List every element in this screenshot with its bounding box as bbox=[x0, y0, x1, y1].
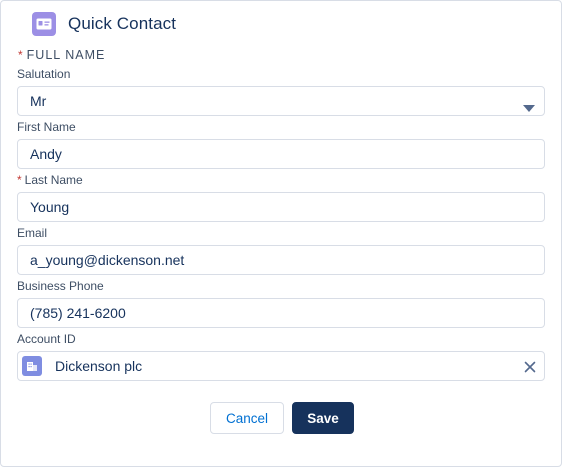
email-value: a_young@dickenson.net bbox=[30, 252, 185, 268]
required-marker: * bbox=[17, 173, 22, 187]
last-name-label-text: Last Name bbox=[24, 173, 83, 187]
first-name-label: First Name bbox=[17, 120, 76, 134]
contact-card-icon bbox=[32, 12, 56, 36]
account-id-label: Account ID bbox=[17, 332, 76, 346]
account-lookup-field[interactable]: Dickenson plc bbox=[17, 351, 545, 381]
close-icon[interactable] bbox=[524, 360, 536, 378]
account-building-icon bbox=[22, 356, 42, 376]
quick-contact-panel: Quick Contact * FULL NAME Salutation Mr … bbox=[0, 0, 562, 467]
last-name-value: Young bbox=[30, 199, 70, 215]
page-title: Quick Contact bbox=[68, 14, 177, 33]
chevron-down-icon[interactable] bbox=[523, 99, 535, 117]
save-button[interactable]: Save bbox=[292, 402, 354, 434]
salutation-label: Salutation bbox=[17, 67, 71, 81]
last-name-field[interactable]: Young bbox=[17, 192, 545, 222]
business-phone-field[interactable]: (785) 241-6200 bbox=[17, 298, 545, 328]
business-phone-label: Business Phone bbox=[17, 279, 104, 293]
email-field[interactable]: a_young@dickenson.net bbox=[17, 245, 545, 275]
section-heading-full-name: * FULL NAME bbox=[18, 48, 105, 62]
salutation-select[interactable]: Mr bbox=[17, 86, 545, 116]
email-label: Email bbox=[17, 226, 48, 240]
panel-header: Quick Contact bbox=[32, 12, 176, 36]
required-marker: * bbox=[18, 48, 24, 62]
last-name-label: * Last Name bbox=[17, 173, 83, 187]
section-title: FULL NAME bbox=[26, 48, 106, 62]
cancel-button[interactable]: Cancel bbox=[210, 402, 284, 434]
first-name-field[interactable]: Andy bbox=[17, 139, 545, 169]
salutation-value: Mr bbox=[30, 93, 47, 109]
first-name-value: Andy bbox=[30, 146, 62, 162]
business-phone-value: (785) 241-6200 bbox=[30, 305, 126, 321]
account-value: Dickenson plc bbox=[55, 358, 143, 374]
